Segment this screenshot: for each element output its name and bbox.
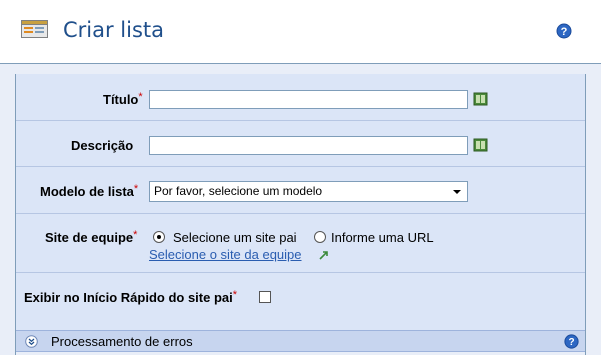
page-title: Criar lista xyxy=(63,18,165,42)
template-selected-value: Por favor, selecione um modelo xyxy=(154,184,323,198)
title-label: Título* xyxy=(103,91,143,107)
template-label: Modelo de lista* xyxy=(40,183,139,199)
required-mark: * xyxy=(133,229,138,241)
select-team-site-link[interactable]: Selecione o site da equipe xyxy=(149,247,302,262)
site-row: Site de equipe* Selecione um site pai In… xyxy=(16,214,585,273)
radio-enter-url-label: Informe uma URL xyxy=(331,230,434,245)
template-row: Modelo de lista* Por favor, selecione um… xyxy=(16,167,585,214)
description-label: Descrição xyxy=(71,138,134,153)
template-select[interactable]: Por favor, selecione um modelo xyxy=(149,181,468,202)
svg-text:?: ? xyxy=(561,26,568,38)
address-book-icon[interactable] xyxy=(473,92,489,106)
template-label-text: Modelo de lista xyxy=(40,184,134,199)
required-mark: * xyxy=(138,91,143,103)
quick-launch-row: Exibir no Início Rápido do site pai* xyxy=(16,273,585,320)
dropdown-arrow-icon xyxy=(453,190,461,194)
radio-parent-site[interactable] xyxy=(153,231,165,243)
description-input[interactable] xyxy=(149,136,468,155)
help-icon[interactable]: ? xyxy=(564,334,579,349)
required-mark: * xyxy=(232,289,238,301)
required-mark: * xyxy=(133,183,139,195)
radio-enter-url[interactable] xyxy=(314,231,326,243)
help-icon[interactable]: ? xyxy=(556,23,572,39)
form-panel: Título* Descrição Modelo de lista* Por f… xyxy=(0,64,601,355)
external-arrow-icon[interactable] xyxy=(318,249,330,261)
quick-launch-label: Exibir no Início Rápido do site pai* xyxy=(24,289,238,305)
section-title: Processamento de erros xyxy=(51,334,193,349)
title-input[interactable] xyxy=(149,90,468,109)
create-list-form: Título* Descrição Modelo de lista* Por f… xyxy=(15,74,586,355)
radio-parent-site-label: Selecione um site pai xyxy=(173,230,297,245)
address-book-icon[interactable] xyxy=(473,138,489,152)
svg-text:?: ? xyxy=(568,337,574,348)
list-icon xyxy=(21,20,48,38)
page-header: Criar lista ? xyxy=(0,0,601,64)
quick-launch-label-text: Exibir no Início Rápido do site pai xyxy=(24,290,233,305)
quick-launch-checkbox[interactable] xyxy=(259,291,271,303)
error-processing-section[interactable]: Processamento de erros ? xyxy=(16,330,585,352)
title-label-text: Título xyxy=(103,92,139,107)
chevron-double-down-icon[interactable] xyxy=(25,335,38,348)
site-label: Site de equipe* xyxy=(45,229,138,245)
site-label-text: Site de equipe xyxy=(45,230,134,245)
title-row: Título* xyxy=(16,74,585,121)
description-row: Descrição xyxy=(16,121,585,167)
